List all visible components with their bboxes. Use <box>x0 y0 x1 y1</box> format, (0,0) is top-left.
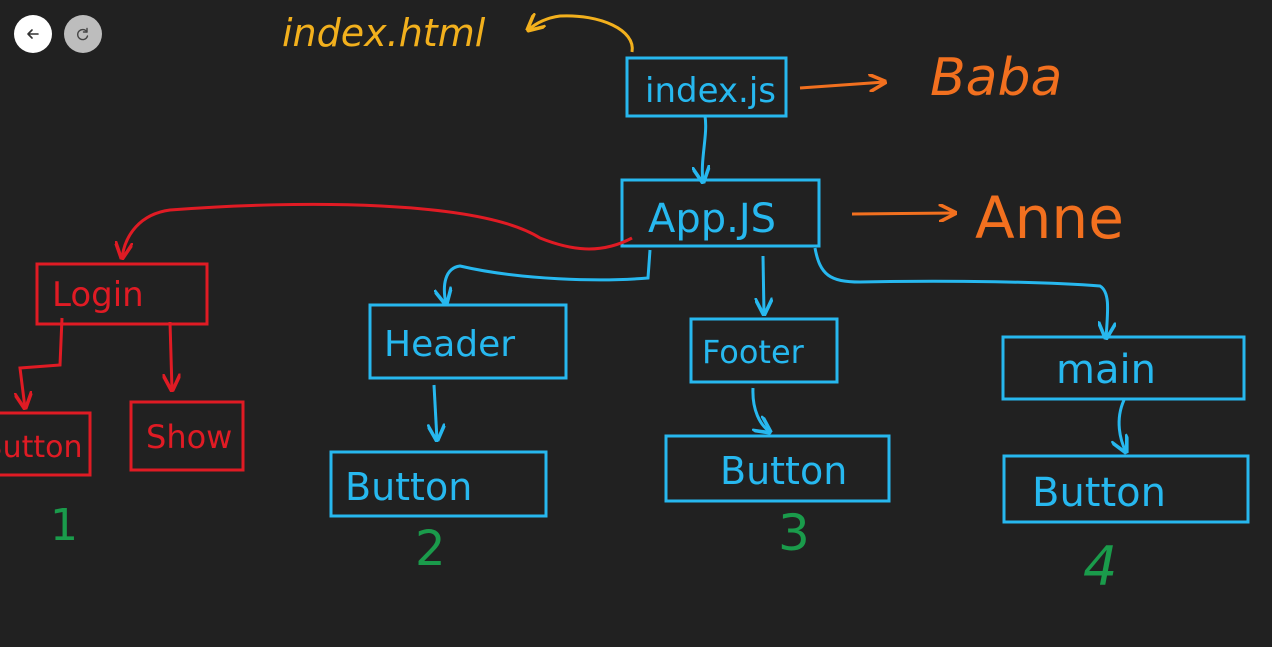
back-button[interactable] <box>14 15 52 53</box>
anne-arrow <box>851 213 955 214</box>
footer-button-label: Button <box>720 449 847 493</box>
footer-to-button-arrow <box>751 387 770 432</box>
show-label: Show <box>146 418 232 456</box>
app-to-main-arrow <box>813 247 1108 338</box>
main-to-button-arrow <box>1119 399 1126 452</box>
app-to-login-arrow <box>122 202 633 258</box>
arrow-left-icon <box>25 26 41 42</box>
index-html-label: index.html <box>282 11 486 55</box>
index-html-arrow <box>528 16 634 53</box>
index-to-app-arrow <box>702 115 705 182</box>
index-js-label: index.js <box>645 71 776 111</box>
redo-button[interactable] <box>64 15 102 53</box>
number-4: 4 <box>1083 535 1117 598</box>
main-label: main <box>1056 347 1156 393</box>
main-button-label: Button <box>1032 470 1166 516</box>
number-2: 2 <box>415 521 446 577</box>
header-to-button-arrow <box>434 384 437 440</box>
redo-icon <box>75 26 91 42</box>
anne-label: Anne <box>975 184 1124 252</box>
login-button-label: Button <box>0 430 83 465</box>
login-label: Login <box>52 275 144 315</box>
app-to-header-arrow <box>444 249 652 304</box>
baba-arrow <box>799 82 885 88</box>
footer-label: Footer <box>702 333 805 371</box>
header-button-label: Button <box>345 465 472 509</box>
header-label: Header <box>384 324 515 365</box>
number-3: 3 <box>778 504 810 562</box>
number-1: 1 <box>50 500 78 551</box>
app-to-footer-arrow <box>763 255 764 314</box>
login-to-button-arrow <box>20 317 64 408</box>
login-to-show-arrow <box>170 321 172 390</box>
baba-label: Baba <box>930 48 1062 108</box>
whiteboard-canvas: index.html index.js Baba App.JS Anne Log… <box>0 11 1250 598</box>
app-js-label: App.JS <box>648 196 776 242</box>
